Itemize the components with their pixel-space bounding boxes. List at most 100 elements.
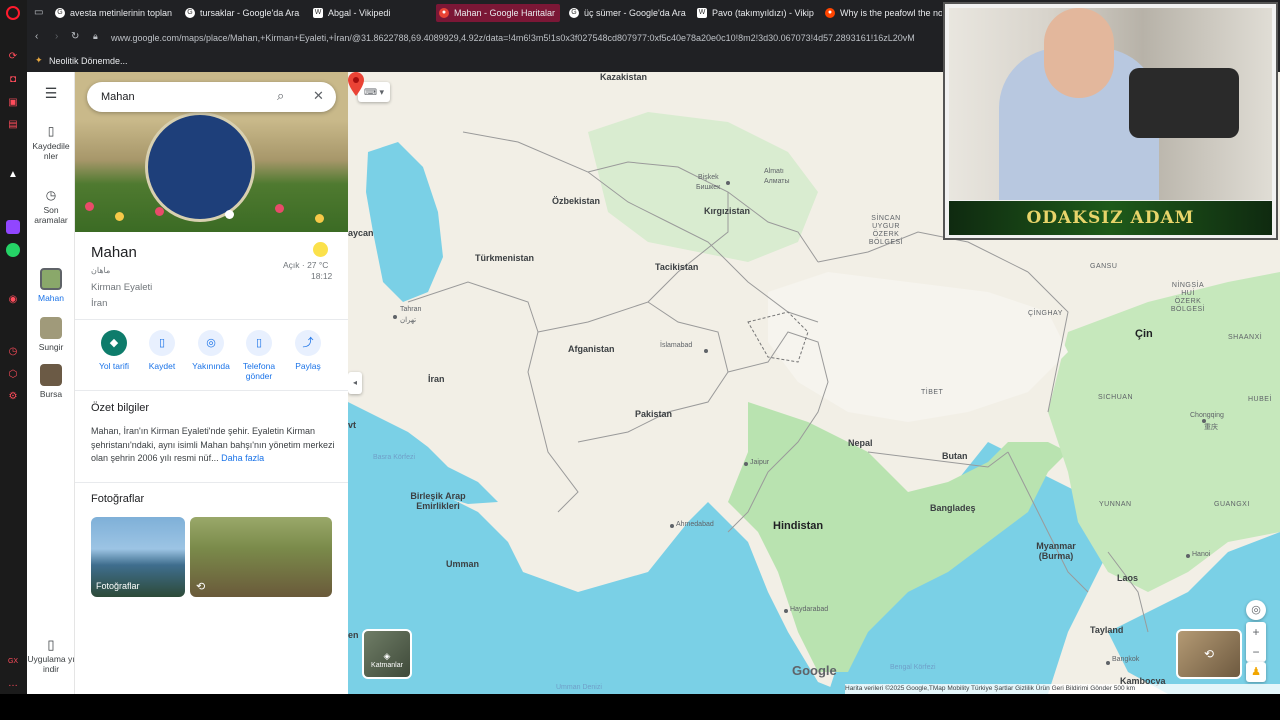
city-jaipur: Jaipur xyxy=(750,459,770,466)
settings-icon[interactable]: ⚙ xyxy=(6,390,20,404)
rail-app-label: Uygulama yı indir xyxy=(27,654,75,674)
forward-icon[interactable]: › xyxy=(55,31,58,42)
label-nepal: Nepal xyxy=(848,438,873,448)
city-islamabad: İslamabad xyxy=(660,342,693,349)
rail-app-download[interactable]: ▯ Uygulama yı indir xyxy=(27,638,75,674)
city-dot xyxy=(744,462,748,466)
region-shaanxi: SHAANXİ xyxy=(1228,334,1263,341)
360-view-icon: ⟲ xyxy=(196,581,206,593)
google-icon: G xyxy=(569,8,579,18)
nearby-button[interactable]: ◎ Yakınında xyxy=(187,330,235,371)
city-chongqing: Chongqing xyxy=(1190,412,1224,419)
summary-block: Mahan, İran'ın Kirman Eyaleti'nde şehir.… xyxy=(91,425,335,466)
sun-icon xyxy=(313,242,328,257)
photo-tile-360[interactable]: ⟲ xyxy=(190,517,332,597)
action-label: Telefona gönder xyxy=(242,361,276,381)
photo-tile-mosque[interactable]: Fotoğraflar xyxy=(91,517,185,597)
label-edge-kuveyt: vt xyxy=(348,420,357,430)
location-pin-icon[interactable] xyxy=(348,72,364,96)
rail-recent-label: Son aramalar xyxy=(34,205,68,225)
bookmark-outline-icon: ▯ xyxy=(47,124,55,138)
tab-1[interactable]: Gavesta metinlerinin toplan xyxy=(52,4,175,22)
flower-shape xyxy=(315,214,324,223)
bag-icon[interactable]: ◘ xyxy=(6,73,20,87)
rail-recent[interactable]: ◷ Son aramalar xyxy=(27,188,75,225)
place-panel: Mahan ⌕ ✕ Mahan ماهان Kirman Eyaleti İra… xyxy=(75,72,348,694)
region-guangxi: GUANGXI xyxy=(1214,501,1250,508)
twitch-icon[interactable] xyxy=(6,220,20,234)
tab-3[interactable]: W Abgal - Vikipedi xyxy=(310,4,433,22)
zoom-in-button[interactable]: + xyxy=(1246,622,1266,642)
place-thumbnail xyxy=(40,317,62,339)
zoom-out-button[interactable]: − xyxy=(1246,642,1266,662)
rail-saved-label: Kaydedile nler xyxy=(32,141,70,161)
label-tayland: Tayland xyxy=(1090,625,1124,635)
menu-icon[interactable]: ☰ xyxy=(27,86,75,100)
local-time: 18:12 xyxy=(311,271,333,281)
extensions-icon[interactable]: ⬡ xyxy=(6,368,20,382)
bookmark-icon: ✦ xyxy=(35,55,43,65)
save-button[interactable]: ▯ Kaydet xyxy=(138,330,186,371)
bookmark-item[interactable]: Neolitik Dönemde... xyxy=(49,56,128,66)
tab-menu-icon[interactable]: ▭ xyxy=(34,7,43,18)
ai-icon[interactable]: ▲ xyxy=(6,168,20,182)
opera-logo-icon[interactable] xyxy=(6,6,20,20)
refresh-icon[interactable]: ⟳ xyxy=(6,50,20,64)
layers-button[interactable]: ◈ Katmanlar xyxy=(362,629,412,679)
rail-place-bursa[interactable]: Bursa xyxy=(27,364,75,399)
news-icon[interactable]: ▤ xyxy=(6,118,20,132)
city-dot xyxy=(1186,554,1190,558)
close-icon[interactable]: ✕ xyxy=(313,88,324,104)
share-button[interactable]: ⤴ Paylaş xyxy=(284,330,332,371)
send-to-phone-button[interactable]: ▯ Telefona gönder xyxy=(235,330,283,381)
tab-2[interactable]: Gtursaklar - Google'da Ara xyxy=(182,4,305,22)
tab-4-active[interactable]: ● Mahan - Google Haritalar xyxy=(436,4,560,22)
city-ahmedabad: Ahmedabad xyxy=(676,521,714,528)
tab-7[interactable]: ● Why is the peafowl the no xyxy=(822,4,942,22)
city-tahran: Tahran xyxy=(400,306,422,313)
tab-5[interactable]: Güç sümer - Google'da Ara xyxy=(566,4,689,22)
reload-icon[interactable]: ↻ xyxy=(71,31,79,42)
street-view-thumbnail[interactable]: ⟲ xyxy=(1176,629,1242,679)
google-icon: G xyxy=(185,8,195,18)
opera-sidebar: ⟳ ◘ ▣ ▤ ▲ ◉ ◷ ⬡ ⚙ GX … xyxy=(0,0,27,694)
photos-heading: Fotoğraflar xyxy=(91,493,145,505)
gx-icon[interactable]: GX xyxy=(6,655,20,669)
wikipedia-icon: W xyxy=(313,8,323,18)
my-location-icon[interactable]: ◎ xyxy=(1246,600,1266,620)
city-dot xyxy=(1106,661,1110,665)
label-myanmar: Myanmar (Burma) xyxy=(1036,541,1076,561)
action-label: Kaydet xyxy=(148,361,176,371)
whatsapp-icon[interactable] xyxy=(6,243,20,257)
google-icon: G xyxy=(55,8,65,18)
search-input[interactable]: Mahan xyxy=(101,91,135,103)
back-icon[interactable]: ‹ xyxy=(35,31,38,42)
more-icon[interactable]: … xyxy=(6,677,20,691)
directions-button[interactable]: ◆ Yol tarifi xyxy=(90,330,138,371)
search-box[interactable]: Mahan ⌕ ✕ xyxy=(87,82,336,112)
photo-tile-label: Fotoğraflar xyxy=(96,581,140,591)
rail-saved[interactable]: ▯ Kaydedile nler xyxy=(27,124,75,161)
region-tibet: TİBET xyxy=(921,389,944,396)
tab-6[interactable]: W Pavo (takımyıldızı) - Vikip xyxy=(694,4,814,22)
label-bae: Birleşik Arap Emirlikleri xyxy=(410,491,466,511)
city-haydarabad: Haydarabad xyxy=(790,606,829,613)
search-icon[interactable]: ⌕ xyxy=(277,88,284,104)
history-icon[interactable]: ◷ xyxy=(6,345,20,359)
footer-text[interactable]: Harita verileri ©2025 Google,TMap Mobili… xyxy=(845,685,1135,692)
label-umman: Umman xyxy=(446,559,480,569)
flower-shape xyxy=(115,212,124,221)
collapse-panel-icon[interactable]: ◂ xyxy=(348,372,362,394)
wallet-icon[interactable]: ▣ xyxy=(6,96,20,110)
rail-place-mahan[interactable]: Mahan xyxy=(27,268,75,303)
player-icon[interactable]: ◉ xyxy=(6,293,20,307)
rail-place-sungir[interactable]: Sungir xyxy=(27,317,75,352)
history-icon: ◷ xyxy=(45,188,57,202)
maps-left-rail: ☰ ▯ Kaydedile nler ◷ Son aramalar Mahan Su… xyxy=(27,72,75,694)
channel-banner: ODAKSIZ ADAM xyxy=(949,201,1272,235)
url-field[interactable]: www.google.com/maps/place/Mahan,+Kirman+… xyxy=(111,33,915,43)
pegman-icon[interactable]: ♟ xyxy=(1246,662,1266,682)
region-hubei: HUBEİ xyxy=(1248,396,1272,403)
label-edge-yemen: en xyxy=(348,630,359,640)
read-more-link[interactable]: Daha fazla xyxy=(221,453,264,463)
